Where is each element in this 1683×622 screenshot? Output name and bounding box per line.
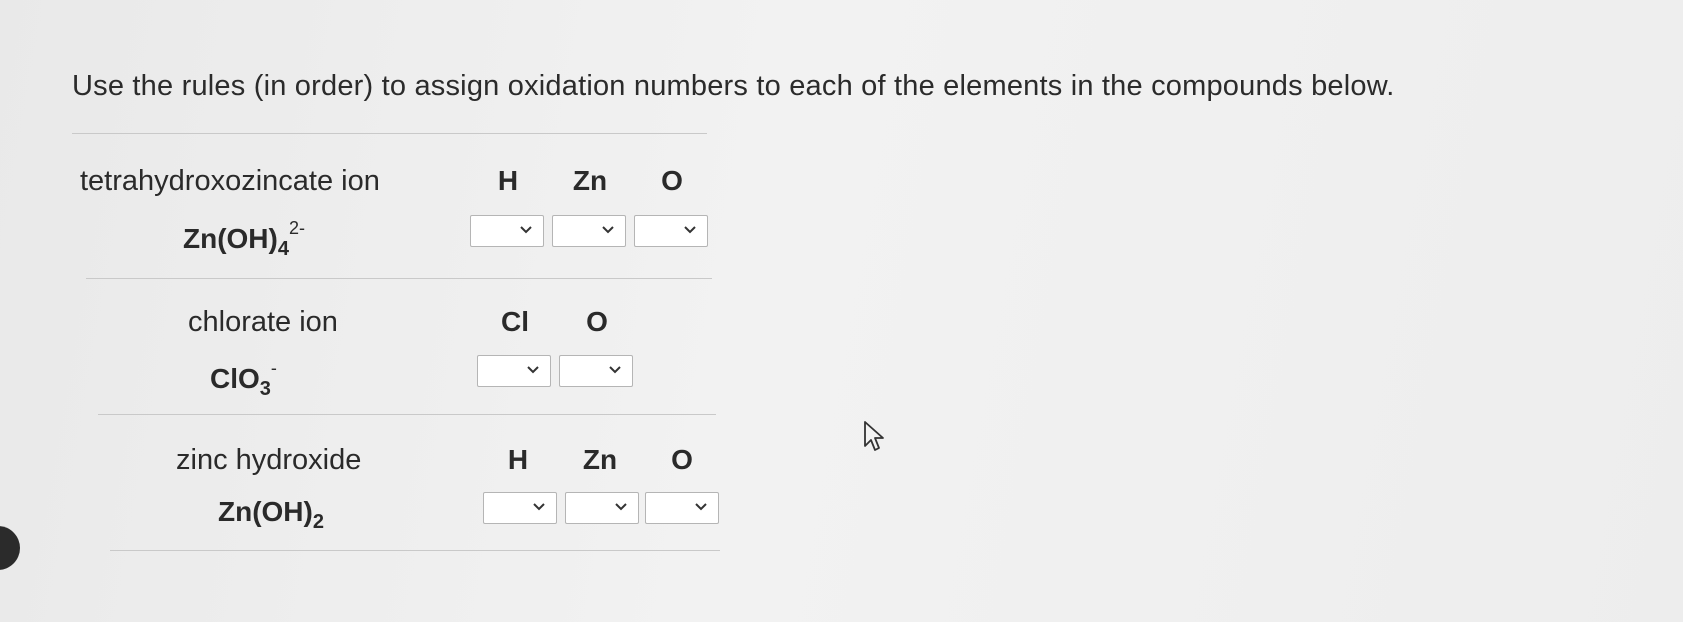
mouse-pointer-icon [864, 421, 884, 451]
oxidation-select-o[interactable] [559, 355, 633, 387]
divider-2 [98, 414, 716, 415]
chevron-down-icon [520, 226, 532, 234]
formula-subscript: 3 [259, 378, 271, 400]
oxidation-select-zn[interactable] [565, 492, 639, 524]
compound-name-zinc-hydroxide: zinc hydroxide [176, 444, 362, 476]
chevron-down-icon [695, 503, 707, 511]
compound-formula-tetrahydroxozincate: Zn(OH)42- [183, 218, 305, 261]
oxidation-select-h[interactable] [470, 215, 544, 247]
oxidation-select-h[interactable] [483, 492, 557, 524]
element-header-o: O [586, 306, 608, 337]
element-header-zn: Zn [572, 165, 608, 196]
compound-name-tetrahydroxozincate: tetrahydroxozincate ion [80, 165, 380, 197]
formula-main: ClO [210, 363, 260, 394]
compound-formula-chlorate: ClO3- [210, 358, 277, 401]
instructions-text: Use the rules (in order) to assign oxida… [72, 70, 1395, 102]
compound-name-chlorate: chlorate ion [188, 306, 338, 338]
formula-main: Zn(OH) [218, 496, 313, 527]
divider-bottom [110, 550, 720, 551]
formula-charge: 2- [288, 218, 305, 238]
compound-formula-zinc-hydroxide: Zn(OH)2 [218, 496, 324, 534]
formula-subscript: 2 [312, 511, 324, 533]
edge-badge [0, 526, 20, 570]
oxidation-select-zn[interactable] [552, 215, 626, 247]
element-header-h: H [507, 444, 529, 475]
element-header-cl: Cl [501, 306, 529, 337]
element-header-o: O [671, 444, 693, 475]
element-header-h: H [497, 165, 519, 196]
chevron-down-icon [533, 503, 545, 511]
chevron-down-icon [609, 366, 621, 374]
chevron-down-icon [602, 226, 614, 234]
oxidation-select-o[interactable] [634, 215, 708, 247]
divider-top [72, 133, 707, 134]
chevron-down-icon [684, 226, 696, 234]
formula-subscript: 4 [277, 238, 289, 260]
oxidation-select-o[interactable] [645, 492, 719, 524]
formula-charge: - [270, 358, 277, 378]
element-header-o: O [661, 165, 683, 196]
divider-1 [86, 278, 712, 279]
oxidation-select-cl[interactable] [477, 355, 551, 387]
chevron-down-icon [615, 503, 627, 511]
chevron-down-icon [527, 366, 539, 374]
formula-main: Zn(OH) [183, 223, 278, 254]
element-header-zn: Zn [582, 444, 618, 475]
